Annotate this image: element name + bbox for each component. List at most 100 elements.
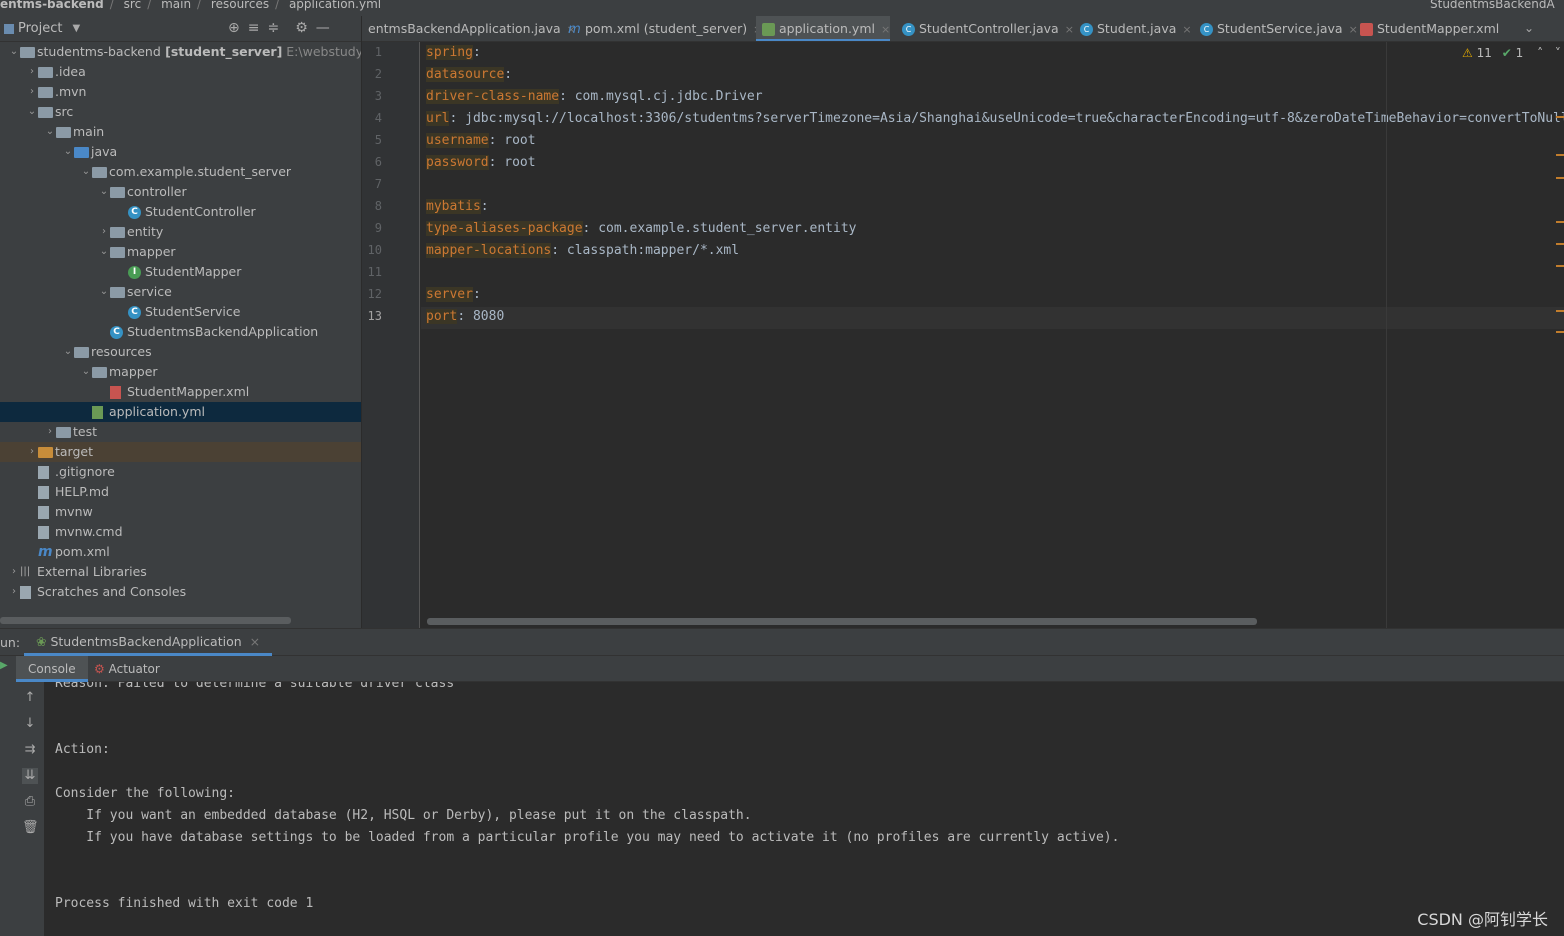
tree-item[interactable]: HELP.md <box>0 482 361 502</box>
trash-icon[interactable]: 🗑 <box>22 820 39 836</box>
close-icon[interactable]: × <box>1065 23 1074 36</box>
chevron-down-icon[interactable]: ⌄ <box>98 282 110 302</box>
close-icon[interactable]: × <box>1182 23 1191 36</box>
tree-item[interactable]: .gitignore <box>0 462 361 482</box>
prev-highlight-icon[interactable]: ˄ <box>1537 46 1543 60</box>
chevron-down-icon[interactable]: ⌄ <box>98 182 110 202</box>
hide-icon[interactable]: — <box>316 20 330 36</box>
chevron-down-icon[interactable]: ⌄ <box>8 42 20 62</box>
editor-tab[interactable]: C StudentService.java × <box>1194 16 1358 41</box>
error-stripe-mark[interactable] <box>1556 154 1564 156</box>
inspection-widget[interactable]: ⚠ 11 ✔ 1 ˄ ˅ <box>1462 46 1561 60</box>
tree-item[interactable]: m pom.xml <box>0 542 361 562</box>
chevron-down-icon[interactable]: ⌄ <box>26 102 38 122</box>
tree-item[interactable]: › ||| External Libraries <box>0 562 361 582</box>
tree-item[interactable]: › target <box>0 442 361 462</box>
tree-item[interactable]: ⌄ main <box>0 122 361 142</box>
tree-item[interactable]: ⌄ mapper <box>0 362 361 382</box>
close-icon[interactable]: × <box>250 634 260 649</box>
error-stripe-mark[interactable] <box>1556 177 1564 179</box>
chevron-right-icon[interactable]: › <box>8 582 20 602</box>
editor-tab[interactable]: entmsBackendApplication.java × <box>362 16 576 41</box>
error-stripe-mark[interactable] <box>1556 265 1564 267</box>
expand-all-icon[interactable]: ≡ <box>248 20 260 36</box>
tree-item[interactable]: C StudentService <box>0 302 361 322</box>
tree-item[interactable]: application.yml <box>0 402 361 422</box>
tab-overflow-icon[interactable]: ⌄ <box>1524 21 1534 35</box>
chevron-right-icon[interactable]: › <box>26 442 38 462</box>
tree-item[interactable]: mvnw.cmd <box>0 522 361 542</box>
soft-wrap-icon[interactable]: ⇉ <box>22 742 38 758</box>
chevron-down-icon[interactable]: ⌄ <box>98 242 110 262</box>
error-stripe-mark[interactable] <box>1556 116 1564 118</box>
rerun-icon[interactable]: ▶ <box>0 660 8 671</box>
editor-tab[interactable]: C StudentController.java × <box>896 16 1074 41</box>
editor-scrollbar[interactable] <box>427 618 1257 625</box>
chevron-right-icon[interactable]: › <box>26 82 38 102</box>
up-arrow-icon[interactable]: ↑ <box>22 690 38 706</box>
tree-item[interactable]: ⌄ studentms-backend [student_server] E:\w… <box>0 42 361 62</box>
breadcrumb-item[interactable]: src <box>124 0 142 10</box>
chevron-down-icon[interactable]: ⌄ <box>80 162 92 182</box>
breadcrumb-item[interactable]: main <box>161 0 191 10</box>
breadcrumb-item[interactable]: application.yml <box>289 0 381 10</box>
tree-item[interactable]: ⌄ controller <box>0 182 361 202</box>
collapse-all-icon[interactable]: ≑ <box>267 20 279 36</box>
editor-tab[interactable]: mpom.xml (student_server)× <box>562 16 762 41</box>
scroll-to-end-icon[interactable]: ⇊ <box>22 768 38 784</box>
down-arrow-icon[interactable]: ↓ <box>22 716 38 732</box>
chevron-right-icon[interactable]: › <box>98 222 110 242</box>
tab-actuator[interactable]: ⚙ Actuator <box>82 656 172 682</box>
breadcrumb-item[interactable]: resources <box>211 0 269 10</box>
tree-item[interactable]: ⌄ mapper <box>0 242 361 262</box>
chevron-down-icon[interactable]: ⌄ <box>62 142 74 162</box>
tree-item[interactable]: ⌄ com.example.student_server <box>0 162 361 182</box>
console-output[interactable]: Reason: Failed to determine a suitable d… <box>44 682 1564 936</box>
chevron-down-icon[interactable]: ⌄ <box>62 342 74 362</box>
line-number: 7 <box>374 177 382 191</box>
error-stripe-mark[interactable] <box>1556 243 1564 245</box>
yaml-value: com.mysql.cj.jdbc.Driver <box>566 89 763 104</box>
yaml-colon: : <box>472 287 481 302</box>
chevron-right-icon[interactable]: › <box>26 62 38 82</box>
tree-item[interactable]: mvnw <box>0 502 361 522</box>
tree-item[interactable]: › Scratches and Consoles <box>0 582 361 602</box>
editor-tab[interactable]: C Student.java × <box>1074 16 1192 41</box>
editor-tab[interactable]: StudentMapper.xml <box>1354 16 1499 41</box>
project-scrollbar[interactable] <box>0 617 291 624</box>
tree-item[interactable]: › .idea <box>0 62 361 82</box>
project-panel-title[interactable]: Project <box>18 21 62 36</box>
run-config-tab[interactable]: ❀ StudentmsBackendApplication × <box>24 629 273 656</box>
print-icon[interactable]: ⎙ <box>22 794 38 810</box>
gear-icon[interactable]: ⚙ <box>295 20 308 36</box>
tree-item[interactable]: C StudentmsBackendApplication <box>0 322 361 342</box>
close-icon[interactable]: × <box>881 23 890 36</box>
locate-icon[interactable]: ⊕ <box>228 20 240 36</box>
tree-item[interactable]: ⌄ src <box>0 102 361 122</box>
error-stripe-mark[interactable] <box>1556 221 1564 223</box>
chevron-down-icon[interactable]: ⌄ <box>44 122 56 142</box>
tree-item[interactable]: C StudentController <box>0 202 361 222</box>
breadcrumb-project[interactable]: entms-backend <box>0 0 104 11</box>
tree-item[interactable]: ⌄ service <box>0 282 361 302</box>
code-editor[interactable]: spring: datasource: driver-class-name: com… <box>421 42 1564 628</box>
tab-console[interactable]: Console <box>16 656 88 682</box>
chevron-right-icon[interactable]: › <box>44 422 56 442</box>
console-line: If you have database settings to be load… <box>55 830 1120 845</box>
tree-item[interactable]: › test <box>0 422 361 442</box>
chevron-down-icon[interactable]: ▼ <box>72 23 80 34</box>
tree-item[interactable]: › entity <box>0 222 361 242</box>
tree-item[interactable]: › .mvn <box>0 82 361 102</box>
error-stripe-mark[interactable] <box>1556 331 1564 333</box>
tree-item[interactable]: I StudentMapper <box>0 262 361 282</box>
navigation-breadcrumb: entms-backend / src / main / resources / app… <box>0 0 1564 16</box>
next-highlight-icon[interactable]: ˅ <box>1555 46 1561 60</box>
chevron-right-icon[interactable]: › <box>8 562 20 582</box>
run-config-selector[interactable]: StudentmsBackendA <box>1430 0 1555 10</box>
chevron-down-icon[interactable]: ⌄ <box>80 362 92 382</box>
editor-tab[interactable]: application.yml × <box>756 16 891 41</box>
tree-item[interactable]: ⌄ java <box>0 142 361 162</box>
tree-item[interactable]: StudentMapper.xml <box>0 382 361 402</box>
error-stripe-mark[interactable] <box>1556 310 1564 312</box>
tree-item[interactable]: ⌄ resources <box>0 342 361 362</box>
